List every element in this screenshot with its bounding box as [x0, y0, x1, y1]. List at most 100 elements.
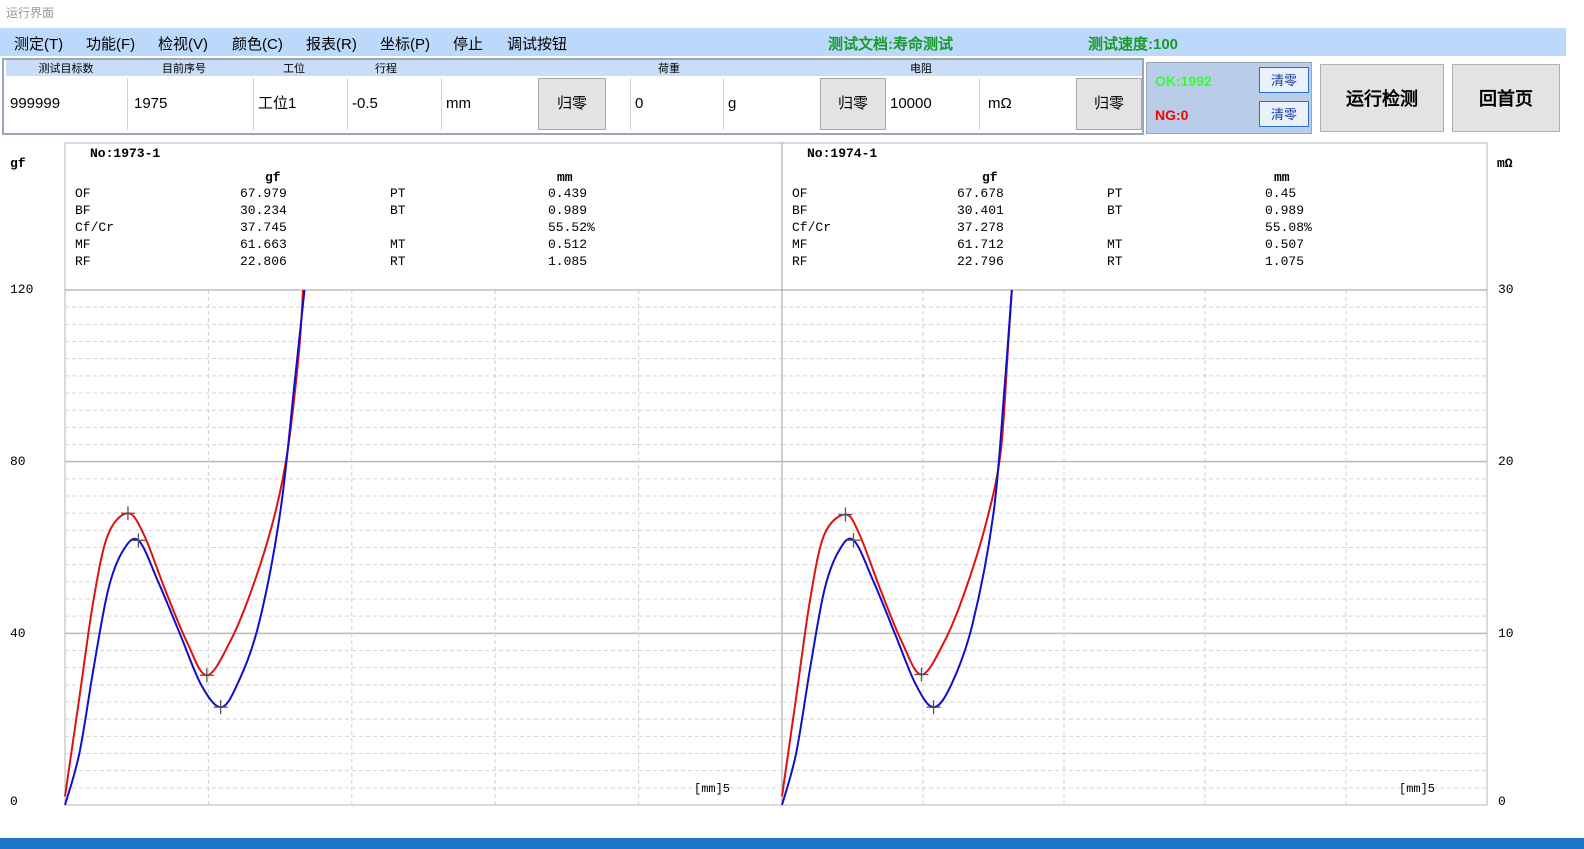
left-tick-0: 0 [10, 794, 18, 809]
menu-debug-buttons[interactable]: 调试按钮 [507, 33, 567, 54]
stat-value: 22.806 [240, 254, 287, 269]
current-seq-field[interactable]: 1975 [128, 78, 254, 130]
stat-value: 30.234 [240, 203, 287, 218]
sample-title: No:1973-1 [90, 146, 160, 161]
resistance-unit-label: mΩ [988, 95, 1012, 112]
force-curve [781, 289, 1013, 797]
stroke-unit-label: mm [446, 95, 471, 112]
header-stroke: 行程 [346, 62, 426, 76]
stat-label: BF [792, 203, 808, 218]
stat-value-2: 1.085 [548, 254, 587, 269]
stat-label: Cf/Cr [75, 220, 114, 235]
stroke-value-field[interactable]: -0.5 [348, 78, 442, 130]
left-axis-unit: gf [10, 156, 26, 171]
stat-value-2: 0.507 [1265, 237, 1304, 252]
stat-value: 61.712 [957, 237, 1004, 252]
load-value-field[interactable]: 0 [630, 78, 724, 130]
right-tick-30: 30 [1498, 282, 1514, 297]
menu-function[interactable]: 功能(F) [86, 33, 135, 54]
test-speed-label: 测试速度:100 [1088, 36, 1179, 53]
x-axis-label: [mm]5 [1399, 782, 1435, 796]
stat-value-2: 1.075 [1265, 254, 1304, 269]
stat-label: RF [75, 254, 91, 269]
ok-ng-counter-panel: OK:1992 NG:0 清零 清零 [1146, 62, 1312, 134]
clear-ng-button[interactable]: 清零 [1259, 101, 1309, 127]
stat-label: BF [75, 203, 91, 218]
home-button[interactable]: 回首页 [1452, 64, 1560, 132]
stat-value-2: 55.08% [1265, 220, 1312, 235]
stats-header-force: gf [265, 170, 281, 185]
stat-value: 67.678 [957, 186, 1004, 201]
stat-value-2: 0.989 [548, 203, 587, 218]
station-field[interactable]: 工位1 [254, 78, 348, 130]
ng-count: NG:0 [1155, 107, 1189, 123]
right-tick-10: 10 [1498, 626, 1514, 641]
menu-measure[interactable]: 测定(T) [14, 33, 63, 54]
menu-stop[interactable]: 停止 [453, 33, 483, 54]
stat-label-2: MT [1107, 237, 1123, 252]
stat-value: 22.796 [957, 254, 1004, 269]
stat-label: OF [75, 186, 91, 201]
stat-label-2: RT [390, 254, 406, 269]
target-count-field[interactable]: 999999 [6, 78, 128, 130]
stat-label: RF [792, 254, 808, 269]
stat-value: 67.979 [240, 186, 287, 201]
resistance-value-field[interactable]: 10000 [886, 78, 980, 130]
test-document-label: 测试文档:寿命测试 [828, 36, 953, 53]
header-target-count: 测试目标数 [6, 62, 126, 76]
chart-frame [64, 142, 1488, 806]
taskbar-strip [0, 838, 1584, 849]
stat-value-2: 55.52% [548, 220, 595, 235]
stats-header-stroke: mm [1274, 170, 1290, 185]
window-titlebar: 运行界面 [0, 0, 1584, 26]
stat-value: 37.278 [957, 220, 1004, 235]
header-current-seq: 目前序号 [126, 62, 242, 76]
stat-label: Cf/Cr [792, 220, 831, 235]
left-tick-40: 40 [10, 626, 26, 641]
menu-coordinate[interactable]: 坐标(P) [380, 33, 430, 54]
load-zero-button[interactable]: 归零 [820, 78, 886, 130]
header-resistance: 电阻 [876, 62, 966, 76]
stat-label-2: RT [1107, 254, 1123, 269]
menu-report[interactable]: 报表(R) [306, 33, 357, 54]
force-curve [64, 289, 305, 797]
stat-value: 61.663 [240, 237, 287, 252]
window-title: 运行界面 [6, 6, 55, 20]
stat-value-2: 0.45 [1265, 186, 1296, 201]
resistance-zero-button[interactable]: 归零 [1076, 78, 1142, 130]
header-station: 工位 [254, 62, 334, 76]
stat-label-2: MT [390, 237, 406, 252]
stat-value: 37.745 [240, 220, 287, 235]
right-tick-20: 20 [1498, 454, 1514, 469]
stat-label-2: BT [390, 203, 406, 218]
clear-ok-button[interactable]: 清零 [1259, 67, 1309, 93]
stat-label: MF [792, 237, 808, 252]
stats-header-force: gf [982, 170, 998, 185]
run-test-button[interactable]: 运行检测 [1320, 64, 1444, 132]
right-axis-unit: mΩ [1497, 156, 1513, 171]
return-curve [64, 289, 306, 806]
left-tick-80: 80 [10, 454, 26, 469]
header-load: 荷重 [624, 62, 714, 76]
x-axis-label: [mm]5 [694, 782, 730, 796]
menu-view[interactable]: 检视(V) [158, 33, 208, 54]
load-unit-label: g [728, 95, 737, 112]
stat-label: OF [792, 186, 808, 201]
left-tick-120: 120 [10, 282, 34, 297]
stat-label-2: PT [1107, 186, 1123, 201]
ok-count: OK:1992 [1155, 73, 1212, 89]
stat-value: 30.401 [957, 203, 1004, 218]
stats-header-stroke: mm [557, 170, 573, 185]
right-tick-0: 0 [1498, 794, 1506, 809]
stat-value-2: 0.512 [548, 237, 587, 252]
menu-bar: 测定(T) 功能(F) 检视(V) 颜色(C) 报表(R) 坐标(P) 停止 调… [0, 28, 1566, 56]
stat-value-2: 0.989 [1265, 203, 1304, 218]
stat-value-2: 0.439 [548, 186, 587, 201]
stat-label-2: BT [1107, 203, 1123, 218]
right-edge-strip [1566, 28, 1584, 838]
stat-label-2: PT [390, 186, 406, 201]
stat-label: MF [75, 237, 91, 252]
parameter-panel: 测试目标数 目前序号 工位 行程 荷重 电阻 999999 1975 工位1 -… [2, 58, 1144, 135]
menu-color[interactable]: 颜色(C) [232, 33, 283, 54]
stroke-zero-button[interactable]: 归零 [538, 78, 606, 130]
